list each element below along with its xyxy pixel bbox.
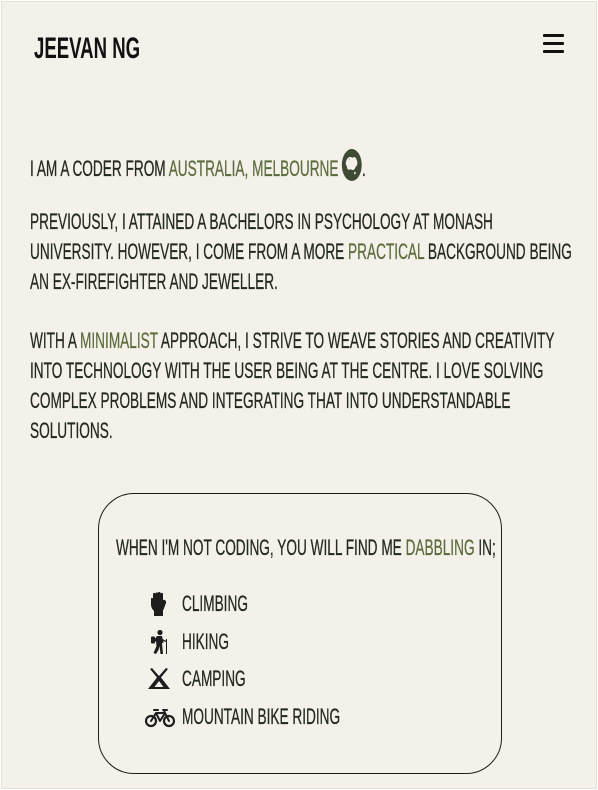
hobby-label: Mountain bike riding — [182, 703, 341, 729]
intro-location-text: I am a coder from — [30, 156, 169, 181]
hobby-label: Climbing — [182, 591, 248, 616]
hobby-label: Hiking — [182, 628, 229, 654]
minimalist-highlight: minimalist — [80, 328, 158, 353]
hamburger-menu-icon[interactable] — [542, 33, 566, 55]
page: JEEVAN NG I am a coder from Australia, M… — [1, 1, 597, 789]
bicycle-icon — [145, 708, 175, 727]
intro-approach-text: With a — [30, 328, 81, 353]
intro-location: I am a coder from Australia, Melbourne . — [30, 148, 366, 184]
intro-background: Previously, I attained a bachelors in ps… — [30, 207, 576, 297]
tent-icon — [148, 668, 170, 689]
hobbies-intro-text: When I'm not coding, you will find me — [116, 535, 406, 560]
hobby-label: Camping — [182, 666, 246, 691]
intro-location-end: . — [362, 156, 366, 181]
globe-australia-icon — [341, 149, 362, 181]
intro-approach: With a minimalist approach, I strive to … — [30, 326, 576, 446]
hiker-icon — [151, 629, 167, 654]
hobbies-intro: When I'm not coding, you will find me da… — [116, 534, 496, 562]
hobbies-intro-end: in; — [474, 535, 496, 560]
fist-icon — [151, 591, 167, 616]
site-logo[interactable]: JEEVAN NG — [34, 32, 140, 66]
location-highlight: Australia, Melbourne — [168, 156, 339, 181]
practical-highlight: practical — [348, 239, 425, 264]
hobbies-card: When I'm not coding, you will find me da… — [98, 493, 502, 774]
dabbling-highlight: dabbling — [405, 535, 475, 560]
